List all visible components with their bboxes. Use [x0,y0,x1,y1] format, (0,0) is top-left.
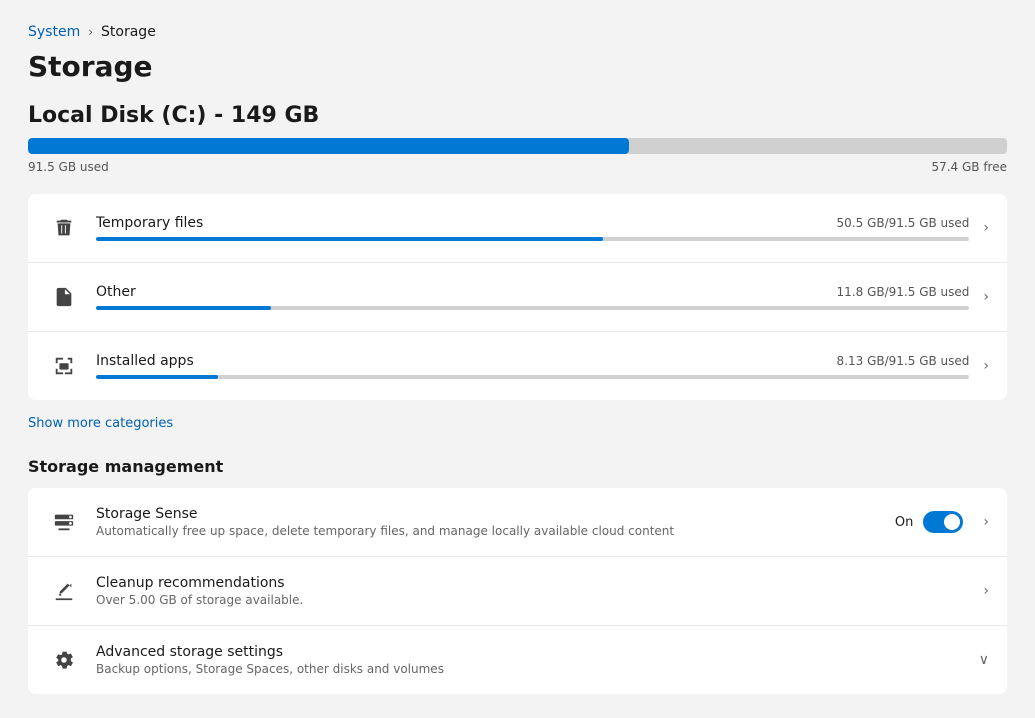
disk-label: Local Disk (C:) - 149 GB [28,103,1007,128]
category-item-other[interactable]: Other 11.8 GB/91.5 GB used › [28,263,1007,332]
management-section-title: Storage management [28,457,1007,476]
management-item-storage-sense[interactable]: Storage Sense Automatically free up spac… [28,488,1007,557]
category-content-temporary-files: Temporary files 50.5 GB/91.5 GB used [96,215,969,241]
trash-icon [46,210,82,246]
category-header-other: Other 11.8 GB/91.5 GB used [96,284,969,300]
category-chevron-other: › [983,289,989,305]
show-more-categories[interactable]: Show more categories [28,414,173,433]
category-bar-fill-installed-apps [96,375,218,379]
breadcrumb-chevron-icon: › [88,25,93,39]
management-chevron-cleanup: › [983,583,989,599]
category-header-installed-apps: Installed apps 8.13 GB/91.5 GB used [96,353,969,369]
management-desc-advanced: Backup options, Storage Spaces, other di… [96,662,969,676]
category-name-temporary-files: Temporary files [96,215,203,231]
management-item-advanced[interactable]: Advanced storage settings Backup options… [28,626,1007,694]
category-bar-track-other [96,306,969,310]
breadcrumb: System › Storage [28,24,1007,40]
category-bar-fill-temporary-files [96,237,603,241]
category-item-temporary-files[interactable]: Temporary files 50.5 GB/91.5 GB used › [28,194,1007,263]
disk-stats: 91.5 GB used 57.4 GB free [28,160,1007,174]
category-name-installed-apps: Installed apps [96,353,194,369]
categories-list: Temporary files 50.5 GB/91.5 GB used › O… [28,194,1007,400]
management-right-storage-sense: On › [895,511,989,533]
category-size-temporary-files: 50.5 GB/91.5 GB used [837,216,970,230]
management-chevron-storage-sense: › [983,514,989,530]
disk-used-label: 91.5 GB used [28,160,109,174]
toggle-switch-storage-sense[interactable] [923,511,963,533]
management-name-storage-sense: Storage Sense [96,506,895,522]
category-bar-track-installed-apps [96,375,969,379]
management-content-advanced: Advanced storage settings Backup options… [96,644,969,676]
breadcrumb-current: Storage [101,24,156,40]
page-title: Storage [28,50,1007,83]
management-desc-cleanup: Over 5.00 GB of storage available. [96,593,973,607]
category-chevron-installed-apps: › [983,358,989,374]
category-content-installed-apps: Installed apps 8.13 GB/91.5 GB used [96,353,969,379]
category-content-other: Other 11.8 GB/91.5 GB used [96,284,969,310]
category-bar-track-temporary-files [96,237,969,241]
cleanup-icon [46,573,82,609]
chevron-down-icon: ∨ [979,652,989,668]
gear-icon [46,642,82,678]
management-content-storage-sense: Storage Sense Automatically free up spac… [96,506,895,538]
overall-disk-bar [28,138,1007,154]
category-bar-fill-other [96,306,271,310]
category-item-installed-apps[interactable]: Installed apps 8.13 GB/91.5 GB used › [28,332,1007,400]
management-desc-storage-sense: Automatically free up space, delete temp… [96,524,895,538]
management-list: Storage Sense Automatically free up spac… [28,488,1007,694]
overall-disk-bar-fill [28,138,629,154]
management-name-advanced: Advanced storage settings [96,644,969,660]
storage-sense-icon [46,504,82,540]
management-content-cleanup: Cleanup recommendations Over 5.00 GB of … [96,575,973,607]
toggle-label-storage-sense: On [895,515,913,530]
disk-free-label: 57.4 GB free [931,160,1007,174]
file-icon [46,279,82,315]
category-chevron-temporary-files: › [983,220,989,236]
category-size-other: 11.8 GB/91.5 GB used [837,285,970,299]
category-name-other: Other [96,284,136,300]
breadcrumb-system[interactable]: System [28,24,80,40]
management-name-cleanup: Cleanup recommendations [96,575,973,591]
category-size-installed-apps: 8.13 GB/91.5 GB used [837,354,970,368]
category-header-temporary-files: Temporary files 50.5 GB/91.5 GB used [96,215,969,231]
management-right-cleanup: › [973,583,989,599]
management-right-advanced: ∨ [969,652,989,668]
management-item-cleanup[interactable]: Cleanup recommendations Over 5.00 GB of … [28,557,1007,626]
apps-icon [46,348,82,384]
